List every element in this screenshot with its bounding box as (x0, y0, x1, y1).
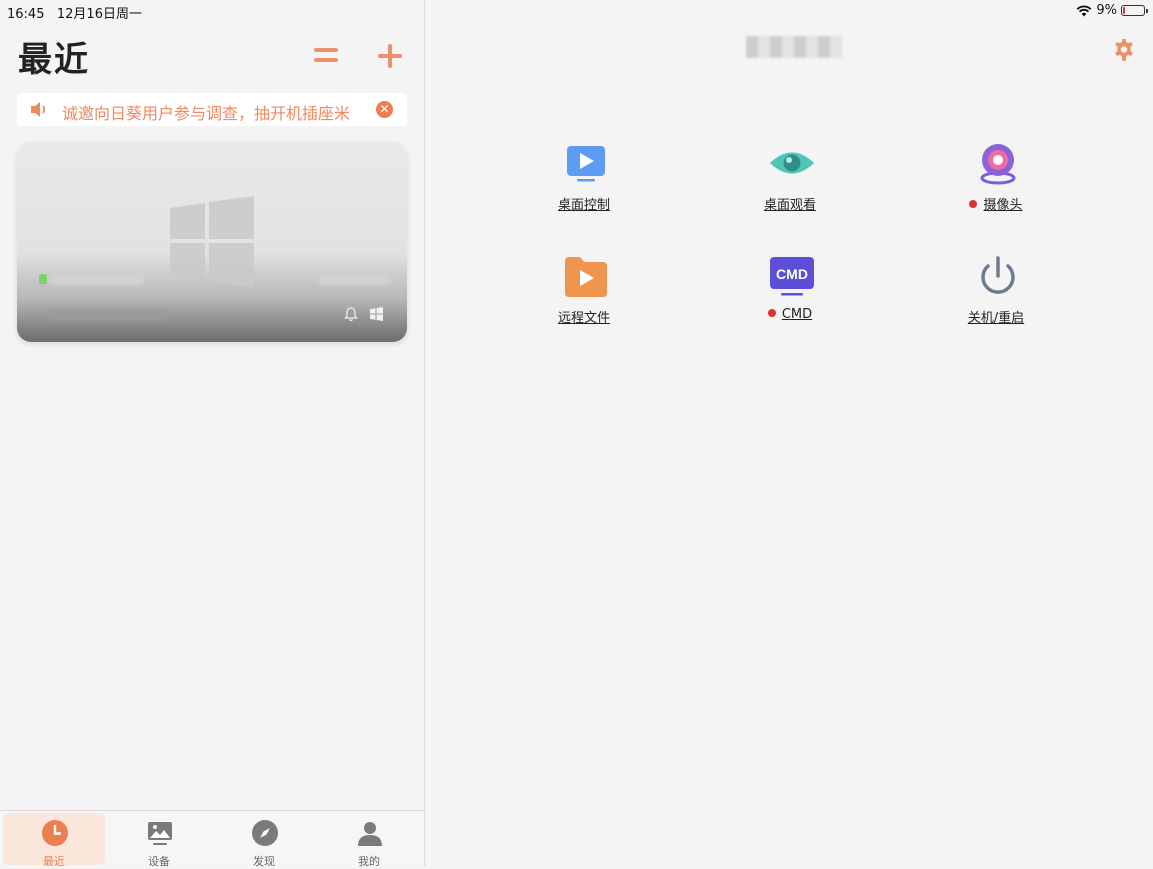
compass-icon (252, 820, 278, 846)
eye-icon (770, 152, 814, 174)
page-title: 最近 (18, 40, 90, 80)
menu-button[interactable] (314, 46, 338, 64)
device-card[interactable] (17, 142, 407, 342)
func-label: 桌面控制 (557, 198, 610, 213)
tab-devices[interactable]: 设备 (108, 813, 210, 868)
tab-discover[interactable]: 发现 (213, 813, 315, 868)
device-name-blurred (746, 36, 842, 58)
tab-label: 设备 (148, 855, 170, 868)
close-icon[interactable]: ✕ (376, 101, 393, 118)
tab-recent[interactable]: 最近 (3, 813, 105, 868)
cmd-icon: CMD (770, 257, 814, 296)
add-button[interactable] (377, 43, 403, 69)
wifi-icon (1077, 5, 1092, 16)
device-name-blur (49, 275, 144, 285)
func-label: CMD (730, 307, 850, 322)
battery-percent: 9% (1096, 3, 1117, 18)
windows-small-icon (370, 307, 383, 321)
remote-files-button[interactable]: 远程文件 (524, 255, 644, 345)
tab-bar: 最近 设备 发现 我的 (0, 810, 424, 868)
notice-banner[interactable]: 诚邀向日葵用户参与调查，抽开机插座米 ✕ (17, 93, 407, 126)
image-icon (148, 822, 172, 845)
clock-icon (42, 820, 68, 846)
tab-me[interactable]: 我的 (318, 813, 420, 868)
desktop-control-icon (567, 146, 605, 182)
user-icon (358, 822, 382, 846)
func-label: 桌面观看 (763, 198, 816, 213)
speaker-icon (31, 102, 46, 117)
camera-button[interactable]: 摄像头 (936, 142, 1056, 232)
online-indicator (39, 274, 47, 284)
power-button[interactable]: 关机/重启 (936, 255, 1056, 345)
cmd-icon-text: CMD (776, 266, 808, 282)
desktop-view-button[interactable]: 桌面观看 (730, 142, 850, 232)
func-label: 远程文件 (557, 311, 610, 326)
notice-text: 诚邀向日葵用户参与调查，抽开机插座米 (62, 104, 351, 123)
power-icon (981, 256, 1015, 294)
status-dot (969, 200, 978, 208)
tab-label: 发现 (253, 855, 275, 868)
bell-icon (344, 307, 358, 322)
func-label: 摄像头 (936, 194, 1056, 213)
tab-label: 我的 (358, 855, 380, 868)
folder-icon (565, 257, 607, 297)
cmd-button[interactable]: CMD CMD (730, 255, 850, 345)
left-panel (0, 0, 425, 866)
desktop-control-button[interactable]: 桌面控制 (524, 142, 644, 232)
tab-label: 最近 (43, 855, 65, 868)
device-info-blur (319, 275, 391, 285)
gear-icon[interactable] (1112, 38, 1136, 62)
windows-logo-icon (170, 196, 254, 288)
battery-icon (1121, 5, 1148, 16)
status-right: 9% (1076, 3, 1148, 18)
device-id-blur (47, 310, 167, 321)
func-label: 关机/重启 (967, 311, 1025, 326)
status-dot (767, 309, 776, 317)
camera-icon (980, 144, 1016, 185)
